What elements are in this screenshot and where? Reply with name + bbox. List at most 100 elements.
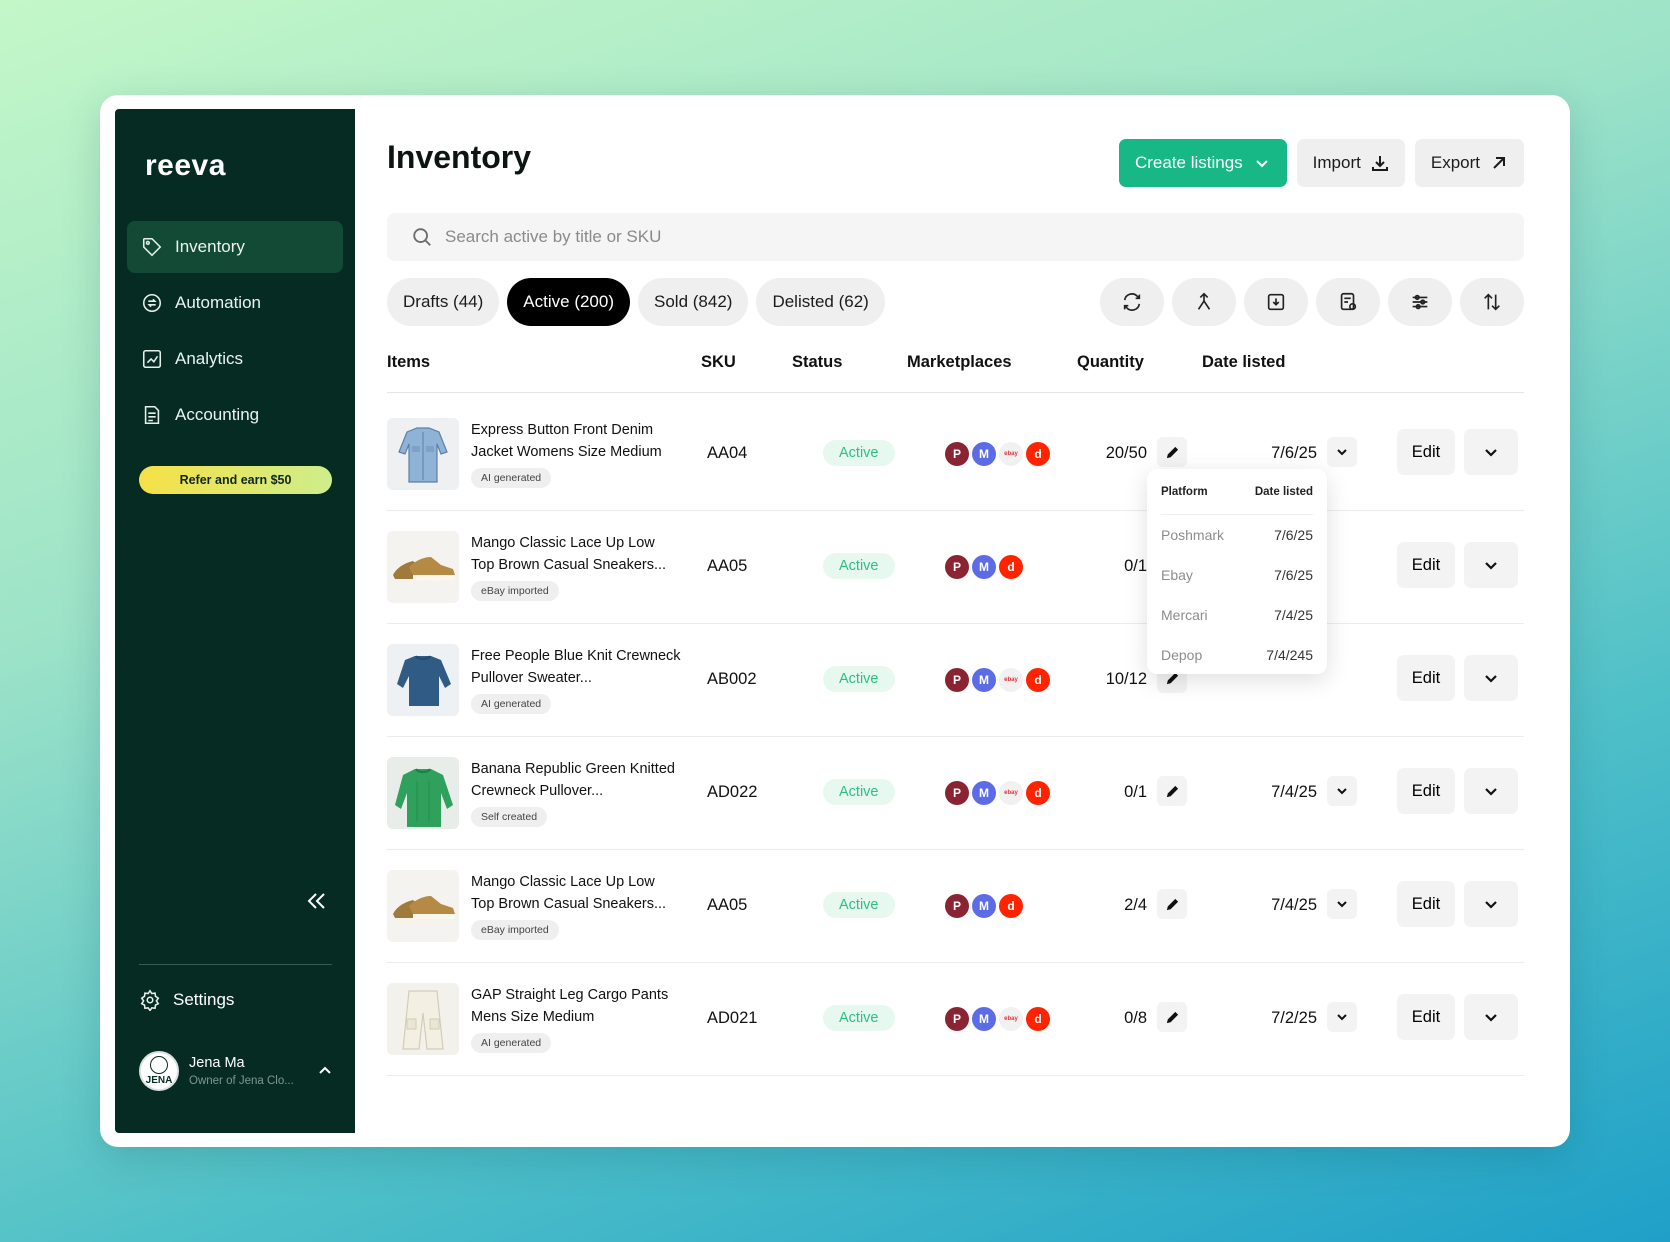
item-title[interactable]: Mango Classic Lace Up Low Top Brown Casu… xyxy=(471,871,681,915)
tab-drafts[interactable]: Drafts (44) xyxy=(387,278,500,326)
item-source-badge: Self created xyxy=(471,807,548,827)
column-header-items: Items xyxy=(387,353,431,371)
chevron-down-icon xyxy=(1485,788,1497,796)
row-expand-button[interactable] xyxy=(1464,542,1518,588)
chevron-up-icon[interactable] xyxy=(318,1064,332,1078)
item-title[interactable]: Express Button Front Denim Jacket Womens… xyxy=(471,419,681,463)
table-row[interactable]: GAP Straight Leg Cargo Pants Mens Size M… xyxy=(387,963,1524,1076)
row-expand-button[interactable] xyxy=(1464,881,1518,927)
create-listings-button[interactable]: Create listings xyxy=(1118,139,1287,187)
item-title[interactable]: Banana Republic Green Knitted Crewneck P… xyxy=(471,758,681,802)
edit-quantity-button[interactable] xyxy=(1157,437,1187,467)
column-header-quantity: Quantity xyxy=(1077,353,1144,371)
edit-button[interactable]: Edit xyxy=(1397,542,1455,588)
tab-sold[interactable]: Sold (842) xyxy=(638,278,749,326)
chevron-down-icon xyxy=(1485,562,1497,570)
edit-button[interactable]: Edit xyxy=(1397,768,1455,814)
table-tools xyxy=(1100,278,1524,326)
row-expand-button[interactable] xyxy=(1464,994,1518,1040)
item-sku: AD021 xyxy=(707,1009,758,1027)
mercari-icon: M xyxy=(972,1007,996,1031)
item-thumbnail[interactable] xyxy=(387,983,459,1055)
edit-button[interactable]: Edit xyxy=(1397,994,1455,1040)
automation-icon xyxy=(142,293,162,313)
user-info: Jena Ma Owner of Jena Clo... xyxy=(189,1055,318,1087)
item-title[interactable]: Free People Blue Knit Crewneck Pullover … xyxy=(471,645,681,689)
download-button[interactable] xyxy=(1244,278,1308,326)
analytics-icon xyxy=(142,349,162,369)
status-badge: Active xyxy=(823,666,895,692)
popover-platform: Ebay xyxy=(1161,567,1193,583)
download-icon xyxy=(1267,293,1285,311)
edit-button[interactable]: Edit xyxy=(1397,655,1455,701)
item-thumbnail[interactable] xyxy=(387,870,459,942)
edit-button[interactable]: Edit xyxy=(1397,429,1455,475)
date-dropdown-button[interactable] xyxy=(1327,1002,1357,1032)
user-profile[interactable]: JENA Jena Ma Owner of Jena Clo... xyxy=(139,1049,332,1093)
item-thumbnail[interactable] xyxy=(387,644,459,716)
refer-button[interactable]: Refer and earn $50 xyxy=(139,466,332,494)
chevron-down-icon xyxy=(1485,1014,1497,1022)
row-expand-button[interactable] xyxy=(1464,768,1518,814)
item-thumbnail[interactable] xyxy=(387,418,459,490)
status-badge: Active xyxy=(823,440,895,466)
create-listings-label: Create listings xyxy=(1134,153,1243,172)
merge-button[interactable] xyxy=(1172,278,1236,326)
chevron-down-icon xyxy=(1337,901,1347,908)
item-thumbnail[interactable] xyxy=(387,531,459,603)
sidebar-item-automation[interactable]: Automation xyxy=(127,277,343,329)
date-dropdown-button[interactable] xyxy=(1327,437,1357,467)
chevron-down-icon xyxy=(1337,788,1347,795)
main-content: Inventory Create listings Import Export … xyxy=(387,95,1570,1147)
collapse-sidebar-icon[interactable] xyxy=(303,889,329,913)
sidebar-item-inventory[interactable]: Inventory xyxy=(127,221,343,273)
edit-button[interactable]: Edit xyxy=(1397,881,1455,927)
tab-delisted[interactable]: Delisted (62) xyxy=(756,278,885,326)
table-row[interactable]: Express Button Front Denim Jacket Womens… xyxy=(387,398,1524,511)
item-title[interactable]: Mango Classic Lace Up Low Top Brown Casu… xyxy=(471,532,681,576)
tab-active[interactable]: Active (200) xyxy=(507,278,630,326)
export-button[interactable]: Export xyxy=(1414,139,1524,187)
user-name: Jena Ma xyxy=(189,1055,245,1071)
download-icon xyxy=(1371,156,1388,171)
date-dropdown-button[interactable] xyxy=(1327,776,1357,806)
chevron-down-icon xyxy=(1255,160,1268,168)
item-thumbnail[interactable] xyxy=(387,757,459,829)
settings-link[interactable]: Settings xyxy=(139,989,234,1011)
table-body: Express Button Front Denim Jacket Womens… xyxy=(387,398,1524,1076)
poshmark-icon: P xyxy=(945,442,969,466)
table-row[interactable]: Free People Blue Knit Crewneck Pullover … xyxy=(387,624,1524,737)
sort-button[interactable] xyxy=(1460,278,1524,326)
search-input[interactable] xyxy=(445,227,1345,247)
search-icon xyxy=(413,228,431,246)
filter-button[interactable] xyxy=(1388,278,1452,326)
depop-icon: d xyxy=(999,894,1023,918)
refresh-button[interactable] xyxy=(1100,278,1164,326)
item-sku: AD022 xyxy=(707,783,758,801)
sidebar-item-analytics[interactable]: Analytics xyxy=(127,333,343,385)
poshmark-icon: P xyxy=(945,781,969,805)
edit-quantity-button[interactable] xyxy=(1157,889,1187,919)
row-expand-button[interactable] xyxy=(1464,429,1518,475)
item-title[interactable]: GAP Straight Leg Cargo Pants Mens Size M… xyxy=(471,984,681,1028)
table-row[interactable]: Mango Classic Lace Up Low Top Brown Casu… xyxy=(387,850,1524,963)
popover-row: Poshmark 7/6/25 xyxy=(1161,515,1313,555)
app-window: reeva Inventory Automation Analytics Acc… xyxy=(100,95,1570,1147)
table-row[interactable]: Banana Republic Green Knitted Crewneck P… xyxy=(387,737,1524,850)
sidebar-item-accounting[interactable]: Accounting xyxy=(127,389,343,441)
avatar: JENA xyxy=(139,1051,179,1091)
row-expand-button[interactable] xyxy=(1464,655,1518,701)
column-header-marketplaces: Marketplaces xyxy=(907,353,1012,371)
item-source-badge: AI generated xyxy=(471,694,552,714)
column-header-sku: SKU xyxy=(701,353,736,371)
edit-quantity-button[interactable] xyxy=(1157,1002,1187,1032)
search-bar xyxy=(387,213,1524,261)
status-tabs: Drafts (44) Active (200) Sold (842) Deli… xyxy=(387,278,885,326)
import-button[interactable]: Import xyxy=(1296,139,1405,187)
user-subtitle: Owner of Jena Clo... xyxy=(189,1075,294,1087)
report-button[interactable] xyxy=(1316,278,1380,326)
edit-quantity-button[interactable] xyxy=(1157,776,1187,806)
date-dropdown-button[interactable] xyxy=(1327,889,1357,919)
sidebar-item-label: Inventory xyxy=(175,237,245,256)
table-row[interactable]: Mango Classic Lace Up Low Top Brown Casu… xyxy=(387,511,1524,624)
